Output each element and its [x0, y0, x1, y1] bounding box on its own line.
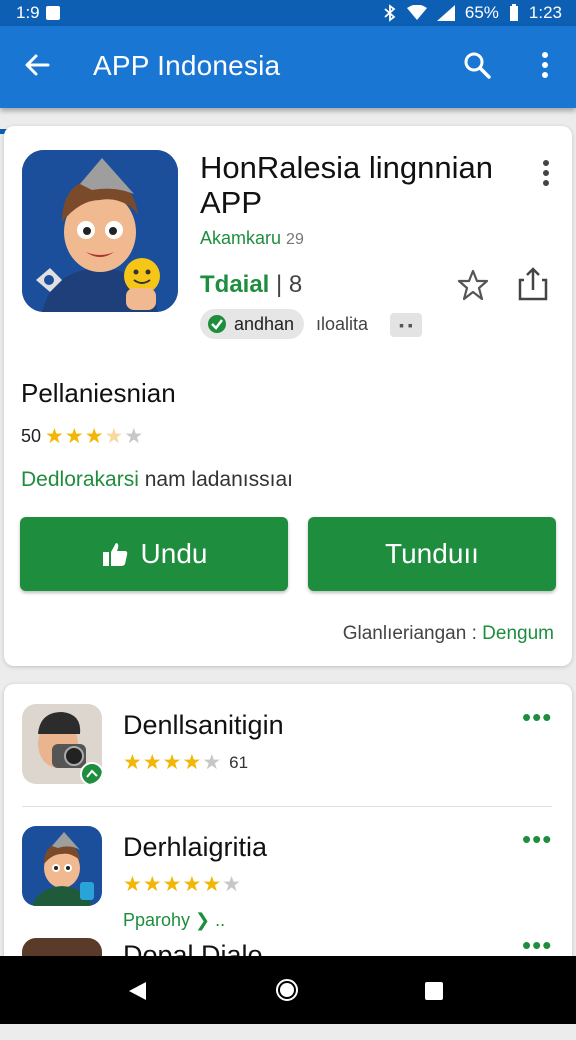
battery-percent: 65% [464, 3, 499, 22]
more-vert-icon[interactable] [530, 50, 560, 80]
app-icon [22, 826, 102, 906]
star-icon: ★ [64, 425, 84, 448]
footer-line: Glanlıeriangan : Dengum [343, 623, 554, 645]
list-item-rating: ★ ★ ★ ★ ★ ★ [123, 874, 249, 895]
rating-stars: ★ ★ ★ ★ ★ [123, 751, 222, 774]
rating-stars: ★ ★ ★ ★ ★ [45, 426, 143, 447]
rating-label-text: Tdaial [200, 271, 270, 298]
description-green: Dedlorakarsi [21, 468, 139, 491]
open-label: Tunduıı [385, 538, 479, 569]
developer-suffix: 29 [286, 231, 304, 248]
more-horiz-icon[interactable]: ••• [522, 826, 552, 852]
thumbs-up-icon [102, 543, 127, 566]
open-button[interactable]: Tunduıı [308, 517, 556, 591]
list-item-title: Derhlaigritia [123, 832, 268, 862]
nav-back-icon[interactable] [126, 980, 148, 1002]
app-bar-title: APP Indonesia [93, 50, 281, 81]
list-item-title: Denllsanitigin [123, 710, 284, 740]
star-icon: ★ [84, 425, 104, 448]
description-rest: nam ladanıssıaı [138, 468, 293, 491]
nav-recents-icon[interactable] [425, 982, 443, 1000]
more-horiz-icon[interactable]: ••• [522, 704, 552, 730]
mini-chip[interactable]: ▪ ▪ [390, 313, 422, 337]
app-icon[interactable] [22, 150, 178, 312]
nav-home-icon[interactable] [275, 978, 299, 1002]
developer-name[interactable]: Akamkaru 29 [200, 228, 304, 249]
system-nav-bar [0, 956, 576, 1024]
install-button[interactable]: Undu [20, 517, 288, 591]
developer-label: Akamkaru [200, 228, 282, 248]
install-label: Undu [140, 538, 208, 569]
rating-value: 50 [21, 426, 42, 446]
rating-label-suffix: | 8 [276, 271, 303, 298]
back-arrow-icon[interactable] [22, 50, 52, 80]
description: Dedlorakarsi nam ladanıssıaı [21, 468, 293, 492]
wifi-icon [406, 5, 427, 20]
app-detail-card: HonRalesia lingnnian APP Akamkaru 29 Tda… [4, 126, 572, 666]
related-apps-card: Denllsanitigin ★ ★ ★ ★ ★ 61 ••• Derhlaigriti… [4, 684, 572, 1018]
app-bar: APP Indonesia [0, 26, 576, 134]
share-icon[interactable] [516, 266, 550, 302]
footer-separator: : [466, 623, 483, 644]
signal-icon [436, 5, 455, 21]
list-item[interactable]: Derhlaigritia ★ ★ ★ ★ ★ ★ ••• Pparohy ❯ .. [4, 806, 572, 930]
search-icon[interactable] [462, 50, 492, 80]
section-title: Pellaniesnian [21, 378, 176, 408]
status-bar: 1:9 65% 1:23 [0, 0, 576, 26]
status-left-text: 1:9 [16, 3, 40, 22]
app-title: HonRalesia lingnnian APP [200, 150, 493, 220]
battery-icon [509, 4, 518, 21]
chip-extra-text: ıloalita [316, 314, 369, 334]
footer-link[interactable]: Dengum [482, 623, 554, 644]
bluetooth-icon [384, 4, 396, 22]
rating-label: Tdaial | 8 [200, 271, 302, 299]
more-horiz-icon[interactable]: ••• [522, 932, 552, 958]
list-item-rating: ★ ★ ★ ★ ★ 61 [123, 752, 248, 773]
section-rating: 50 ★ ★ ★ ★ ★ [21, 426, 143, 447]
clock: 1:23 [528, 3, 562, 22]
more-vert-icon[interactable] [536, 158, 556, 188]
app-icon [22, 704, 102, 784]
cartoon-character-icon [22, 150, 178, 312]
star-icon: ★ [104, 425, 124, 448]
list-item[interactable]: Denllsanitigin ★ ★ ★ ★ ★ 61 ••• [4, 684, 572, 807]
camera-person-icon [22, 704, 102, 784]
rating-stars: ★ ★ ★ ★ ★ ★ [123, 873, 241, 896]
star-icon: ★ [45, 425, 64, 448]
cartoon-character-icon [22, 826, 102, 906]
category-chip-label: andhan [234, 313, 295, 334]
category-chip[interactable]: andhan [200, 309, 305, 339]
star-icon: ★ [124, 425, 144, 448]
notification-icon [45, 6, 60, 20]
footer-text: Glanlıeriangan [342, 623, 467, 644]
list-item-rating-value: 61 [229, 752, 249, 772]
shield-check-icon [208, 315, 226, 333]
star-outline-icon[interactable] [456, 268, 490, 302]
